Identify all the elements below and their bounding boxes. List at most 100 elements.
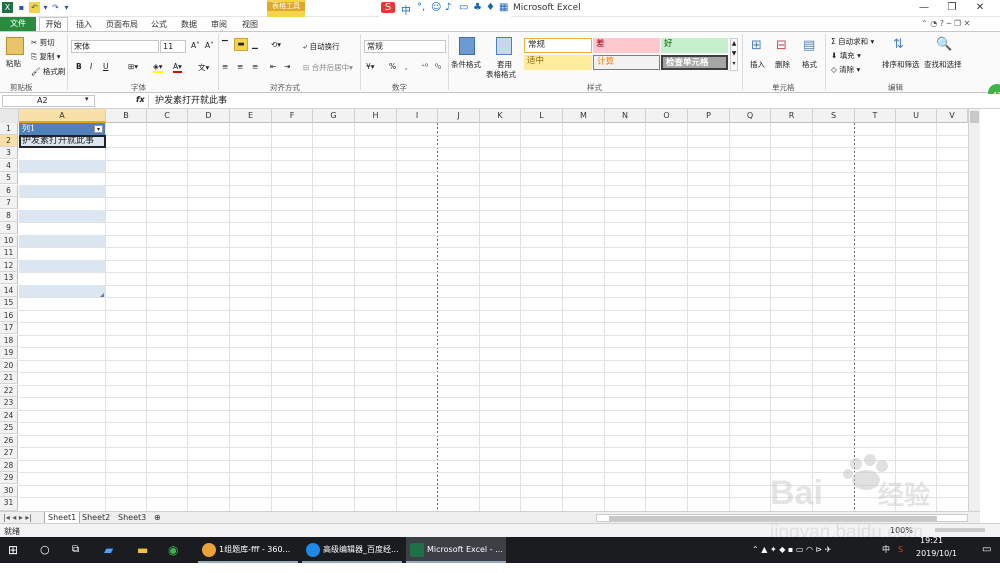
format-as-table-l2[interactable]: 表格格式 [486,69,516,80]
grow-font-button[interactable]: A˄ [191,41,200,50]
style-check-cell[interactable]: 检查单元格 [661,55,728,70]
toolbox-icon[interactable]: ♣ [473,2,482,13]
tab-insert[interactable]: 插入 [76,18,92,31]
paste-button[interactable]: 粘贴 [6,58,21,69]
orientation-icon[interactable]: ⟲▾ [271,40,281,49]
tab-home[interactable]: 开始 [39,17,68,32]
windows-start-icon[interactable]: ⊞ [8,537,18,563]
align-left-icon[interactable]: ≡ [222,62,228,71]
row-header[interactable]: 20 [0,360,18,372]
clear-button[interactable]: ◇ 清除 ▾ [831,64,860,75]
row-header[interactable]: 26 [0,435,18,447]
col-header-u[interactable]: U [896,109,937,123]
copy-button[interactable]: 复制 [39,52,54,61]
fill-color-icon[interactable]: ◈▾ [153,62,163,73]
col-header-m[interactable]: M [563,109,605,123]
insert-function-icon[interactable]: fx [136,95,145,104]
row-header[interactable]: 17 [0,322,18,334]
style-good[interactable]: 好 [661,38,728,53]
align-bottom-icon[interactable]: ▁ [252,40,258,49]
minimize-icon[interactable]: — [916,2,932,13]
number-format-select[interactable]: 常规 [364,40,446,53]
qa-customize-icon[interactable]: ▾ [61,2,72,13]
col-header-f[interactable]: F [272,109,313,123]
tab-review[interactable]: 审阅 [211,18,227,31]
align-top-icon[interactable]: ▔ [222,40,228,49]
underline-button[interactable]: U [103,62,109,71]
find-icon[interactable]: 🔍 [936,37,952,52]
wechat-icon[interactable]: ◉ [168,537,178,563]
format-cells-button[interactable]: 格式 [802,59,817,70]
cut-button[interactable]: 剪切 [40,38,55,47]
delete-cells-button[interactable]: 删除 [775,59,790,70]
row-header[interactable]: 19 [0,347,18,359]
notification-icon[interactable]: ▭ [982,537,991,563]
row-header[interactable]: 13 [0,272,18,284]
phonetic-icon[interactable]: 文▾ [198,62,209,73]
active-cell-a2[interactable]: 护发素打开就此事 [19,135,106,148]
wrap-text-button[interactable]: ⤶ 自动换行 [303,41,340,52]
tab-data[interactable]: 数据 [181,18,197,31]
help-icons[interactable]: ⌃ ◔ ? ─ ❐ ✕ [921,19,970,28]
font-color-icon[interactable]: A▾ [173,62,182,73]
filter-dropdown-icon[interactable]: ▾ [94,125,103,133]
sogou-logo-icon[interactable]: S [381,2,395,13]
undo-icon[interactable]: ↶ [29,2,40,13]
autosum-button[interactable]: Σ 自动求和 ▾ [831,36,874,47]
col-header-o[interactable]: O [646,109,688,123]
row-header[interactable]: 8 [0,210,18,222]
align-center-icon[interactable]: ≡ [237,62,243,71]
row-header[interactable]: 6 [0,185,18,197]
skin-icon[interactable]: ♦ [486,2,495,13]
style-bad[interactable]: 差 [593,38,660,53]
row-header[interactable]: 21 [0,372,18,384]
shrink-font-button[interactable]: A˅ [205,41,214,50]
row-header[interactable]: 7 [0,197,18,209]
row-header[interactable]: 2 [0,135,18,147]
col-header-r[interactable]: R [771,109,813,123]
keyboard-icon[interactable]: ▭ [459,2,468,13]
restore-icon[interactable]: ❐ [944,2,960,13]
font-size-input[interactable]: 11 [160,40,186,53]
tab-view[interactable]: 视图 [242,18,258,31]
col-header-k[interactable]: K [480,109,521,123]
comma-button[interactable]: , [405,62,407,71]
align-middle-icon[interactable]: ▬ [234,38,248,51]
row-header[interactable]: 25 [0,422,18,434]
conditional-format-icon[interactable] [459,37,475,55]
row-header[interactable]: 5 [0,172,18,184]
styles-scroll-icon[interactable]: ▲ ▼ ▾ [730,38,738,71]
conditional-format-button[interactable]: 条件格式 [451,59,481,70]
row-header[interactable]: 18 [0,335,18,347]
row-header[interactable]: 11 [0,247,18,259]
ime-chinese-icon[interactable]: 中 [401,2,411,17]
sort-filter-icon[interactable]: ⇅ [893,37,904,52]
italic-button[interactable]: I [90,62,92,71]
taskbar-item-editor[interactable]: 高级编辑器_百度经... [302,537,402,563]
row-header[interactable]: 12 [0,260,18,272]
row-header[interactable]: 9 [0,222,18,234]
punctuation-icon[interactable]: °, [417,2,425,13]
col-header-n[interactable]: N [605,109,646,123]
col-header-t[interactable]: T [855,109,896,123]
col-header-j[interactable]: J [438,109,480,123]
table-resize-handle-icon[interactable] [100,293,104,297]
close-icon[interactable]: ✕ [972,2,988,13]
sort-filter-button[interactable]: 排序和筛选 [882,59,920,70]
store-icon[interactable]: ▰ [104,537,113,563]
tab-page-layout[interactable]: 页面布局 [106,18,138,31]
col-header-p[interactable]: P [688,109,730,123]
row-header[interactable]: 28 [0,460,18,472]
col-header-v[interactable]: V [937,109,968,123]
format-painter-icon[interactable]: 🖌 [31,67,41,76]
row-header[interactable]: 1 [0,123,18,135]
row-header[interactable]: 4 [0,160,18,172]
fill-button[interactable]: ⬇ 填充 ▾ [831,50,861,61]
redo-icon[interactable]: ↷ [50,2,61,13]
style-neutral[interactable]: 适中 [524,55,592,70]
tray-icons[interactable]: ⌃ ▲ ✦ ◆ ▪ ▭ ◠ ⊳ ✈ [752,537,831,563]
font-name-input[interactable]: 宋体 [71,40,159,53]
col-header-q[interactable]: Q [730,109,771,123]
col-header-b[interactable]: B [106,109,147,123]
row-header[interactable]: 3 [0,147,18,159]
